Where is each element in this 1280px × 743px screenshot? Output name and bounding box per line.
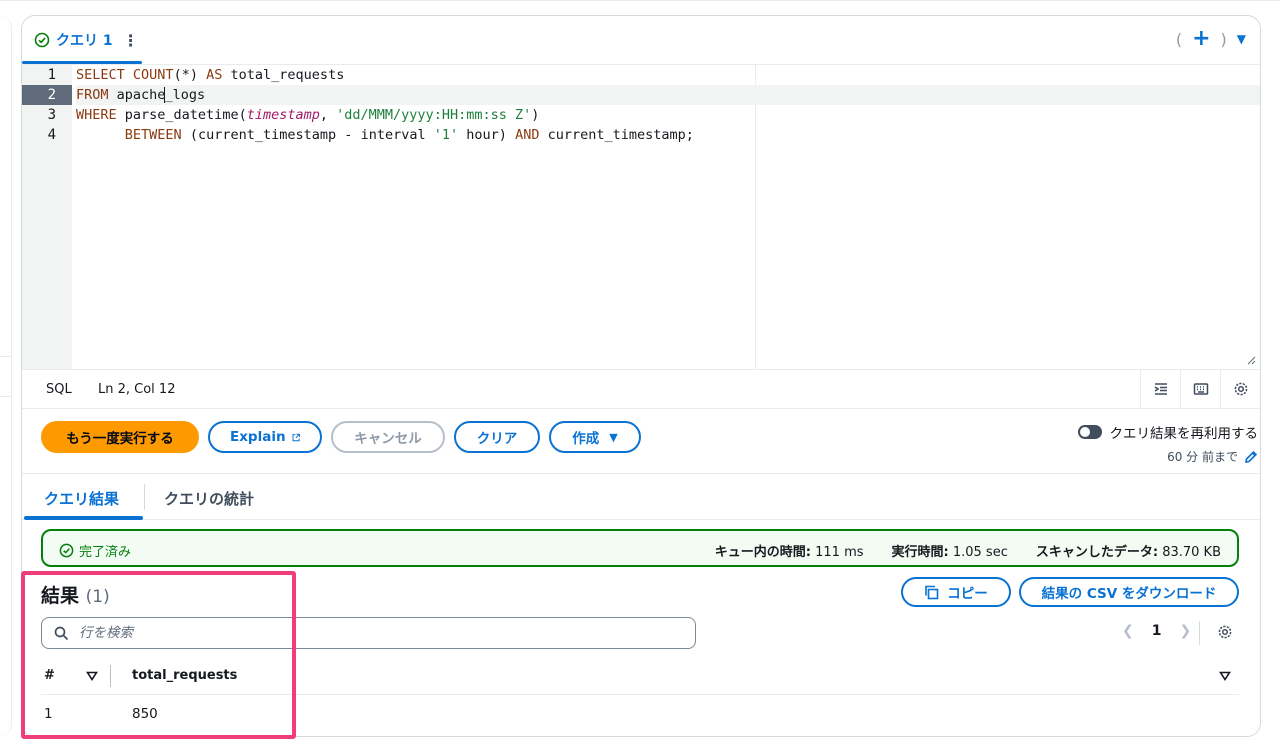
run-time-label: 実行時間: bbox=[891, 545, 949, 560]
code-line[interactable]: WHERE parse_datetime(timestamp, 'dd/MMM/… bbox=[76, 105, 1260, 125]
run-again-button[interactable]: もう一度実行する bbox=[41, 421, 199, 453]
reuse-results-control: クエリ結果を再利用する 60 分 前まで bbox=[1077, 422, 1259, 465]
pager-divider bbox=[1199, 621, 1200, 645]
code-area[interactable]: SELECT COUNT(*) AS total_requests FROM ap… bbox=[76, 65, 1260, 145]
check-circle-icon bbox=[34, 32, 50, 48]
clear-label: クリア bbox=[476, 431, 518, 447]
code-line[interactable]: FROM apache_logs bbox=[76, 85, 1260, 105]
cancel-button[interactable]: キャンセル bbox=[331, 421, 445, 453]
copy-button[interactable]: コピー bbox=[901, 577, 1011, 607]
tab-divider bbox=[144, 484, 145, 510]
settings-icon[interactable] bbox=[1220, 370, 1260, 408]
cursor-position: Ln 2, Col 12 bbox=[98, 382, 176, 397]
explain-button[interactable]: Explain bbox=[208, 421, 322, 453]
run-time: 実行時間: 1.05 sec bbox=[892, 541, 1008, 560]
tab-title: クエリ 1 bbox=[56, 33, 113, 49]
queue-time: キュー内の時間: 111 ms bbox=[715, 541, 864, 560]
active-tab-indicator bbox=[24, 516, 143, 520]
results-title: 結果 bbox=[41, 585, 80, 607]
download-csv-label: 結果の CSV をダウンロード bbox=[1041, 586, 1217, 602]
query-action-bar: もう一度実行する Explain キャンセル クリア 作成 ▼ bbox=[41, 421, 641, 453]
paren-open: ( bbox=[1175, 29, 1183, 49]
tab-query-stats[interactable]: クエリの統計 bbox=[164, 488, 254, 509]
cell-row-index: 1 bbox=[44, 706, 53, 722]
results-tab-bar: クエリ結果 クエリの統計 bbox=[22, 474, 1260, 520]
copy-icon bbox=[925, 585, 939, 599]
sort-icon[interactable] bbox=[86, 671, 98, 681]
edit-pencil-icon[interactable] bbox=[1244, 450, 1258, 464]
pagination: ❮ 1 ❯ bbox=[1122, 623, 1191, 639]
left-side-panel bbox=[0, 16, 12, 736]
text-cursor bbox=[164, 87, 166, 103]
line-number: 3 bbox=[47, 107, 56, 123]
query-tab-bar: クエリ 1 ⋮ ( + ) ▼ bbox=[22, 16, 1260, 64]
header-divider bbox=[41, 694, 1239, 695]
more-vertical-icon[interactable]: ⋮ bbox=[123, 31, 139, 50]
cell-total-requests: 850 bbox=[132, 706, 158, 722]
search-icon bbox=[54, 626, 69, 640]
format-icon[interactable] bbox=[1140, 370, 1180, 408]
add-query-tab-button[interactable]: + bbox=[1192, 28, 1210, 50]
reuse-results-label: クエリ結果を再利用する bbox=[1109, 426, 1259, 442]
side-divider bbox=[0, 356, 11, 357]
column-resizer[interactable] bbox=[110, 665, 111, 687]
row-search bbox=[41, 617, 696, 649]
queue-time-value: 111 ms bbox=[815, 545, 864, 560]
clear-button[interactable]: クリア bbox=[454, 421, 540, 453]
sort-icon[interactable] bbox=[1219, 671, 1231, 681]
keyboard-icon[interactable] bbox=[1180, 370, 1220, 408]
language-label: SQL bbox=[46, 382, 72, 397]
download-csv-button[interactable]: 結果の CSV をダウンロード bbox=[1019, 577, 1239, 607]
line-gutter: 1 2 3 4 bbox=[22, 65, 72, 370]
table-settings-icon[interactable] bbox=[1217, 624, 1233, 640]
results-heading: 結果 (1) bbox=[41, 581, 110, 608]
execution-status-bar: 完了済み キュー内の時間: 111 ms 実行時間: 1.05 sec スキャン… bbox=[41, 529, 1239, 567]
tab-query-results[interactable]: クエリ結果 bbox=[44, 488, 119, 509]
column-header-index: # bbox=[44, 668, 55, 683]
caret-down-icon: ▼ bbox=[609, 430, 618, 444]
external-link-icon bbox=[292, 433, 300, 441]
data-scanned: スキャンしたデータ: 83.70 KB bbox=[1036, 541, 1221, 560]
reuse-age-text: 60 分 前まで bbox=[1167, 450, 1238, 464]
side-divider bbox=[0, 396, 11, 397]
copy-label: コピー bbox=[947, 586, 988, 602]
code-line[interactable]: SELECT COUNT(*) AS total_requests bbox=[76, 65, 1260, 85]
next-page-icon[interactable]: ❯ bbox=[1179, 623, 1191, 639]
status-text: 完了済み bbox=[79, 545, 132, 560]
tab-menu-caret-icon[interactable]: ▼ bbox=[1237, 32, 1246, 46]
run-time-value: 1.05 sec bbox=[952, 545, 1008, 560]
create-dropdown-button[interactable]: 作成 ▼ bbox=[549, 421, 641, 453]
column-header-total-requests[interactable]: total_requests bbox=[132, 668, 237, 683]
top-divider bbox=[0, 0, 1280, 1]
run-again-label: もう一度実行する bbox=[66, 431, 174, 447]
tab-controls: ( + ) ▼ bbox=[1176, 28, 1246, 50]
sql-editor[interactable]: 1 2 3 4 SELECT COUNT(*) AS total_request… bbox=[22, 64, 1260, 370]
tab-query-1[interactable]: クエリ 1 ⋮ bbox=[34, 28, 139, 52]
check-circle-icon bbox=[59, 543, 74, 558]
previous-page-icon[interactable]: ❮ bbox=[1122, 623, 1134, 639]
results-count: (1) bbox=[85, 587, 110, 607]
editor-status-bar: SQL Ln 2, Col 12 bbox=[22, 369, 1260, 409]
code-line[interactable]: BETWEEN (current_timestamp - interval '1… bbox=[76, 125, 1260, 145]
paren-close: ) bbox=[1220, 29, 1227, 49]
explain-label: Explain bbox=[230, 429, 286, 445]
current-page[interactable]: 1 bbox=[1152, 623, 1162, 639]
reuse-results-toggle[interactable] bbox=[1077, 425, 1102, 439]
line-number-active: 2 bbox=[22, 85, 72, 105]
data-scanned-value: 83.70 KB bbox=[1162, 545, 1221, 560]
editor-tools bbox=[1140, 370, 1260, 408]
cancel-label: キャンセル bbox=[354, 431, 422, 447]
search-input[interactable] bbox=[79, 625, 659, 641]
create-label: 作成 bbox=[572, 431, 600, 447]
queue-time-label: キュー内の時間: bbox=[714, 545, 811, 560]
data-scanned-label: スキャンしたデータ: bbox=[1035, 545, 1159, 560]
line-number: 1 bbox=[47, 67, 56, 83]
line-number: 4 bbox=[47, 127, 56, 143]
resize-handle-icon[interactable] bbox=[1246, 355, 1256, 365]
